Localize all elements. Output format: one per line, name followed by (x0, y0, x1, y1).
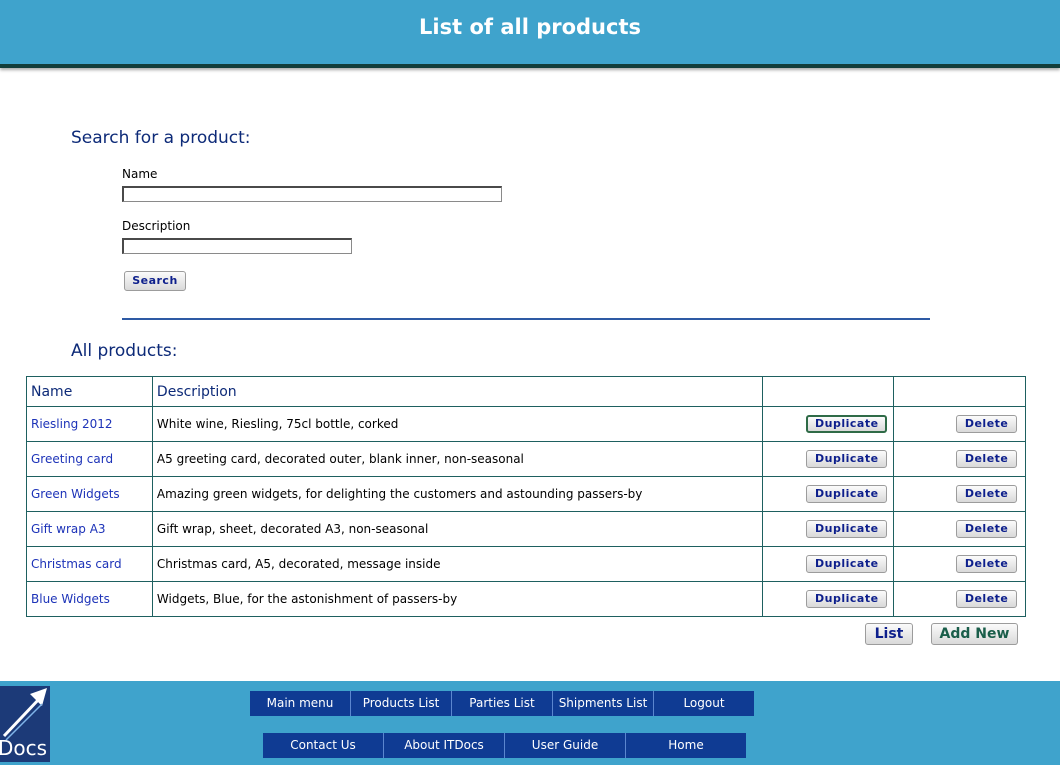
duplicate-button[interactable]: Duplicate (806, 520, 888, 538)
delete-cell: Delete (893, 511, 1026, 547)
name-label: Name (122, 167, 158, 181)
nav-products-list[interactable]: Products List (351, 691, 452, 716)
product-name-link[interactable]: Greeting card (31, 452, 113, 466)
duplicate-cell: Duplicate (762, 476, 895, 512)
table-row: Riesling 2012 White wine, Riesling, 75cl… (26, 406, 1026, 442)
nav-home[interactable]: Home (626, 733, 746, 758)
product-name-link[interactable]: Blue Widgets (31, 592, 110, 606)
description-input[interactable] (122, 238, 352, 254)
description-label: Description (122, 219, 191, 233)
product-name-cell: Christmas card (26, 546, 153, 582)
product-name-cell: Riesling 2012 (26, 406, 153, 442)
table-row: Gift wrap A3 Gift wrap, sheet, decorated… (26, 511, 1026, 547)
duplicate-button[interactable]: Duplicate (806, 415, 888, 433)
footer-nav-bottom: Contact Us About ITDocs User Guide Home (263, 733, 746, 758)
duplicate-button[interactable]: Duplicate (806, 590, 888, 608)
delete-cell: Delete (893, 476, 1026, 512)
nav-shipments-list[interactable]: Shipments List (553, 691, 654, 716)
product-description: White wine, Riesling, 75cl bottle, corke… (151, 406, 764, 442)
product-name-cell: Blue Widgets (26, 581, 153, 617)
nav-contact-us[interactable]: Contact Us (263, 733, 384, 758)
column-header-description: Description (151, 376, 764, 407)
table-row: Greeting card A5 greeting card, decorate… (26, 441, 1026, 477)
delete-button[interactable]: Delete (956, 485, 1018, 503)
column-header-name: Name (26, 376, 153, 407)
product-description: A5 greeting card, decorated outer, blank… (151, 441, 764, 477)
column-header-delete (893, 376, 1026, 407)
delete-cell: Delete (893, 581, 1026, 617)
product-name-link[interactable]: Christmas card (31, 557, 122, 571)
duplicate-button[interactable]: Duplicate (806, 555, 888, 573)
product-name-cell: Greeting card (26, 441, 153, 477)
delete-cell: Delete (893, 406, 1026, 442)
delete-cell: Delete (893, 441, 1026, 477)
product-description: Gift wrap, sheet, decorated A3, non-seas… (151, 511, 764, 547)
product-name-link[interactable]: Green Widgets (31, 487, 120, 501)
footer-nav-top: Main menu Products List Parties List Shi… (250, 691, 754, 716)
duplicate-cell: Duplicate (762, 581, 895, 617)
nav-logout[interactable]: Logout (654, 691, 754, 716)
itdocs-logo[interactable]: Docs (0, 686, 50, 762)
add-new-button[interactable]: Add New (931, 623, 1018, 645)
products-heading: All products: (71, 341, 178, 361)
product-description: Christmas card, A5, decorated, message i… (151, 546, 764, 582)
duplicate-button[interactable]: Duplicate (806, 485, 888, 503)
table-row: Green Widgets Amazing green widgets, for… (26, 476, 1026, 512)
product-name-cell: Gift wrap A3 (26, 511, 153, 547)
delete-cell: Delete (893, 546, 1026, 582)
page-header: List of all products (0, 0, 1060, 68)
search-heading: Search for a product: (71, 128, 251, 148)
section-divider (122, 318, 930, 320)
delete-button[interactable]: Delete (956, 415, 1018, 433)
nav-parties-list[interactable]: Parties List (452, 691, 553, 716)
delete-button[interactable]: Delete (956, 450, 1018, 468)
table-header-row: Name Description (26, 376, 1026, 407)
table-row: Blue Widgets Widgets, Blue, for the asto… (26, 581, 1026, 617)
duplicate-cell: Duplicate (762, 546, 895, 582)
product-name-link[interactable]: Gift wrap A3 (31, 522, 106, 536)
product-description: Amazing green widgets, for delighting th… (151, 476, 764, 512)
product-name-cell: Green Widgets (26, 476, 153, 512)
product-description: Widgets, Blue, for the astonishment of p… (151, 581, 764, 617)
nav-user-guide[interactable]: User Guide (505, 733, 626, 758)
duplicate-cell: Duplicate (762, 441, 895, 477)
name-input[interactable] (122, 186, 502, 202)
delete-button[interactable]: Delete (956, 555, 1018, 573)
search-button[interactable]: Search (124, 271, 186, 291)
duplicate-cell: Duplicate (762, 511, 895, 547)
nav-about-itdocs[interactable]: About ITDocs (384, 733, 505, 758)
nav-main-menu[interactable]: Main menu (250, 691, 351, 716)
delete-button[interactable]: Delete (956, 520, 1018, 538)
duplicate-button[interactable]: Duplicate (806, 450, 888, 468)
column-header-duplicate (762, 376, 895, 407)
logo-text: Docs (0, 736, 48, 760)
delete-button[interactable]: Delete (956, 590, 1018, 608)
product-name-link[interactable]: Riesling 2012 (31, 417, 113, 431)
products-table: Name Description Riesling 2012 White win… (26, 376, 1026, 617)
table-row: Christmas card Christmas card, A5, decor… (26, 546, 1026, 582)
duplicate-cell: Duplicate (762, 406, 895, 442)
list-button[interactable]: List (865, 623, 913, 645)
page-title: List of all products (419, 15, 641, 39)
